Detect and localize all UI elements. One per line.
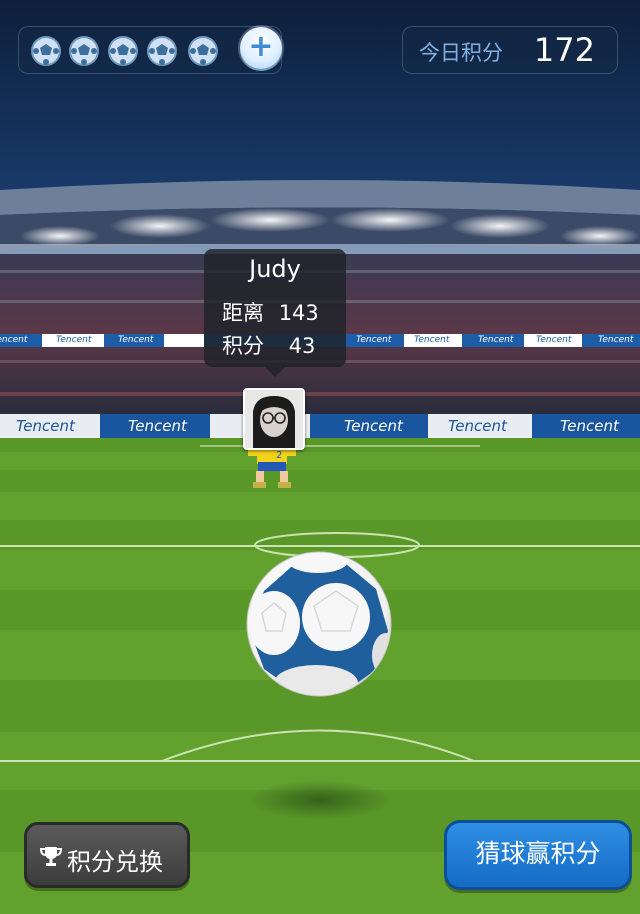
trophy-icon	[39, 847, 63, 866]
ad-text: Tencent	[0, 335, 28, 345]
today-score-panel: 今日积分 172	[402, 26, 618, 74]
soccer-ball[interactable]	[246, 551, 392, 697]
avatar[interactable]	[243, 388, 305, 450]
distance-row: 距离 143	[222, 297, 319, 327]
player-name: Judy	[249, 255, 301, 283]
main-ad-boards: Tencent Tencent Tencent Tencent Tencent	[0, 414, 640, 438]
stadium-background	[0, 0, 640, 914]
ad-text: Tencent	[414, 335, 450, 345]
guess-win-points-button[interactable]: 猜球赢积分	[444, 820, 632, 890]
ad-text: Tencent	[560, 417, 619, 435]
player-info-popup: Judy 距离 143 积分 43	[204, 249, 346, 377]
ball-icon	[108, 36, 138, 66]
points-label: 积分	[222, 334, 264, 358]
points-row: 积分 43	[222, 330, 315, 360]
distance-label: 距离	[222, 301, 264, 325]
today-score-label: 今日积分	[419, 41, 503, 65]
ball-icon	[69, 36, 99, 66]
ad-text: Tencent	[356, 335, 392, 345]
add-balls-button[interactable]: +	[240, 27, 282, 69]
ad-text: Tencent	[478, 335, 514, 345]
ad-text: Tencent	[16, 417, 75, 435]
points-value: 43	[288, 334, 316, 358]
game-scene: Tencent Tencent Tencent Tencent Tencent …	[0, 0, 640, 914]
ad-text: Tencent	[598, 335, 634, 345]
ball-icon	[147, 36, 177, 66]
points-exchange-button[interactable]: 积分兑换	[24, 822, 190, 888]
ad-text: Tencent	[536, 335, 572, 345]
ad-text: Tencent	[448, 417, 507, 435]
ad-text: Tencent	[344, 417, 403, 435]
ball-icon	[188, 36, 218, 66]
distance-value: 143	[278, 301, 319, 325]
today-score-value: 172	[533, 31, 595, 69]
jersey-number: 2	[276, 450, 283, 461]
ad-text: Tencent	[56, 335, 92, 345]
points-exchange-label: 积分兑换	[67, 848, 163, 876]
ad-text: Tencent	[128, 417, 187, 435]
ad-text: Tencent	[118, 335, 154, 345]
ball-icon	[31, 36, 61, 66]
